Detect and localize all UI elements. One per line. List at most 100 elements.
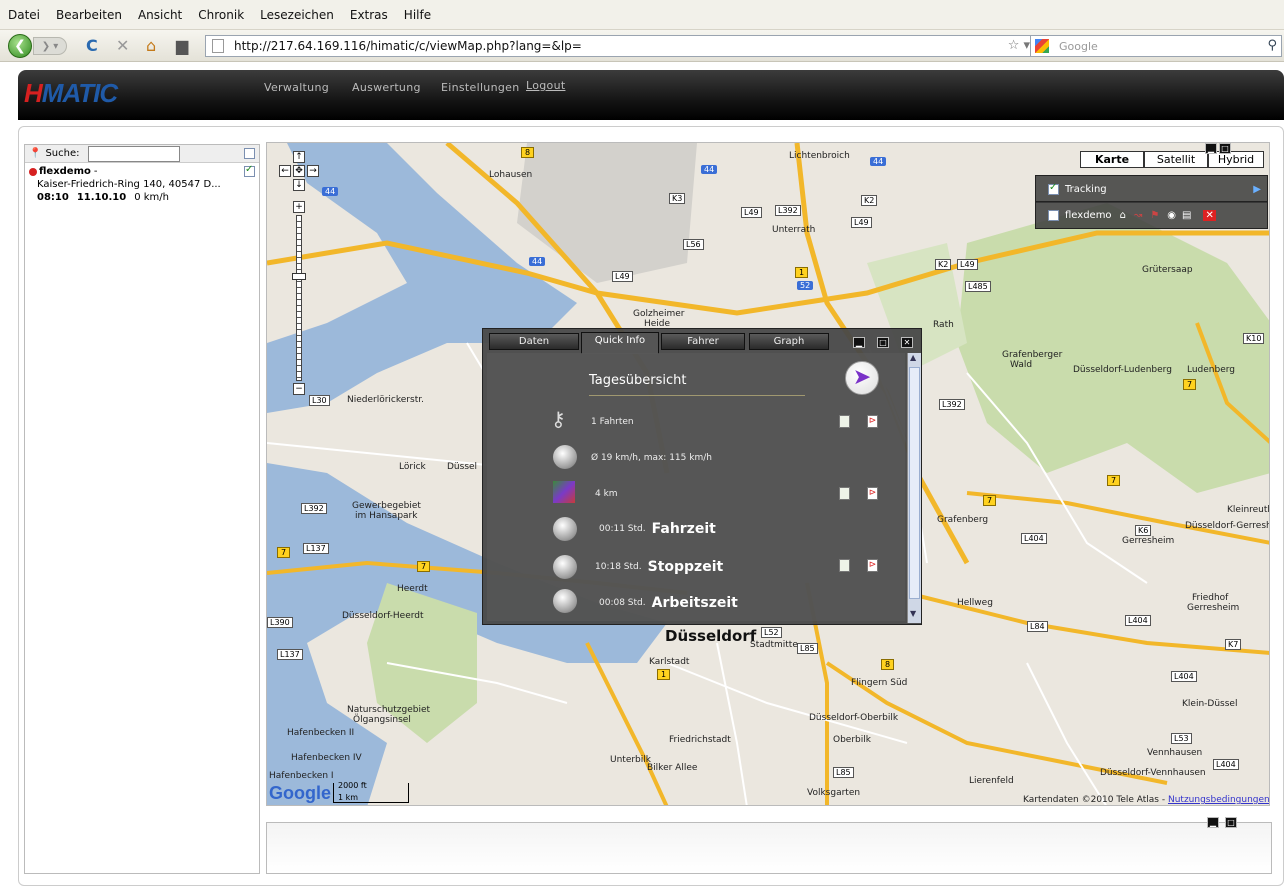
map-type-karte[interactable]: Karte	[1080, 151, 1144, 168]
device-address: Kaiser-Friedrich-Ring 140, 40547 D...	[37, 179, 221, 190]
locate-icon[interactable]: ◉	[1167, 210, 1176, 221]
distance-pdf-icon[interactable]: ⊳	[867, 487, 878, 500]
popup-maximize-button[interactable]: □	[877, 337, 889, 348]
forward-button[interactable]: ❯ ▾	[33, 37, 67, 55]
device-row[interactable]: flexdemo -	[25, 163, 259, 178]
popup-close-button[interactable]: ✕	[901, 337, 913, 348]
tab-daten[interactable]: Daten	[489, 333, 579, 350]
map-label: Heerdt	[397, 584, 428, 594]
menu-datei[interactable]: Datei	[8, 8, 40, 22]
pan-right-button[interactable]: →	[307, 165, 319, 177]
map-maximize-button[interactable]: □	[1219, 143, 1231, 154]
print-icon[interactable]: ▤	[1182, 210, 1191, 221]
menu-ansicht[interactable]: Ansicht	[138, 8, 182, 22]
menu-chronik[interactable]: Chronik	[198, 8, 244, 22]
bookmark-star-icon[interactable]: ☆ ▾	[1008, 38, 1030, 53]
home-icon[interactable]: ⌂	[146, 36, 156, 56]
report-doc-icon[interactable]	[839, 415, 850, 428]
map-label: Karlstadt	[649, 657, 690, 667]
map-label: Gewerbegebiet	[352, 501, 421, 511]
nav-verwaltung[interactable]: Verwaltung	[264, 81, 329, 94]
drive-time-row: 00:11 Std. Fahrzeit	[599, 521, 716, 537]
distance-text: 4 km	[595, 489, 618, 499]
menu-lesezeichen[interactable]: Lesezeichen	[260, 8, 334, 22]
scroll-down-icon[interactable]: ▼	[910, 609, 916, 618]
menu-extras[interactable]: Extras	[350, 8, 388, 22]
map-label: Friedhof	[1192, 593, 1229, 603]
road-shield: K2	[935, 259, 952, 270]
device-checkbox[interactable]	[244, 164, 255, 177]
pan-center-button[interactable]: ✥	[293, 165, 305, 177]
stop-doc-icon[interactable]	[839, 559, 850, 572]
road-shield: L392	[301, 503, 327, 514]
popup-scroll-thumb[interactable]	[909, 367, 920, 599]
pan-down-button[interactable]: ↓	[293, 179, 305, 191]
popup-scrollbar[interactable]: ▲ ▼	[907, 353, 921, 623]
road-shield: L56	[683, 239, 704, 250]
tab-fahrer[interactable]: Fahrer	[661, 333, 745, 350]
map-label: Gerresheim	[1122, 536, 1175, 546]
stop-icon[interactable]: ✕	[116, 36, 129, 56]
url-bar[interactable]: http://217.64.169.116/himatic/c/viewMap.…	[205, 35, 1035, 57]
status-dot-icon	[29, 167, 37, 176]
menu-bearbeiten[interactable]: Bearbeiten	[56, 8, 122, 22]
scale-km: 1 km	[338, 793, 359, 802]
drive-time-icon	[553, 517, 577, 541]
search-label: Suche:	[45, 148, 80, 159]
close-icon[interactable]: ✕	[1203, 209, 1216, 221]
map-type-satellit[interactable]: Satellit	[1144, 151, 1208, 168]
route-icon[interactable]: ↝	[1134, 210, 1142, 221]
road-shield: 7	[983, 495, 997, 506]
distance-doc-icon[interactable]	[839, 487, 850, 500]
tracking-checkbox[interactable]	[1048, 182, 1059, 195]
zoom-slider[interactable]	[296, 215, 302, 381]
nav-logout[interactable]: Logout	[526, 79, 565, 92]
menu-hilfe[interactable]: Hilfe	[404, 8, 431, 22]
pan-up-button[interactable]: ↑	[293, 151, 305, 163]
pan-left-button[interactable]: ←	[279, 165, 291, 177]
map-label: Düssel	[447, 462, 478, 472]
popup-minimize-button[interactable]: ▁	[853, 337, 865, 348]
map-label: Gerresheim	[1187, 603, 1240, 613]
tab-graph[interactable]: Graph	[749, 333, 829, 350]
terms-link[interactable]: Nutzungsbedingungen	[1168, 795, 1269, 805]
road-shield: K10	[1243, 333, 1265, 344]
road-shield: 44	[529, 257, 546, 266]
report-pdf-icon[interactable]: ⊳	[867, 415, 878, 428]
home-icon[interactable]: ⌂	[1120, 210, 1126, 221]
expand-arrow-icon[interactable]: ▶	[1253, 184, 1261, 195]
map-label: Volksgarten	[807, 788, 861, 798]
device-time: 08:10	[37, 192, 69, 203]
map-minimize-button[interactable]: ▁	[1205, 143, 1217, 154]
quick-info-window: Daten Quick Info Fahrer Graph ▁ □ ✕ Tage…	[482, 328, 922, 625]
map-label: Klein-Düssel	[1182, 699, 1238, 709]
bottom-maximize-button[interactable]: □	[1225, 817, 1237, 828]
map-label: im Hansapark	[355, 511, 418, 521]
map-label: Lohausen	[489, 170, 533, 180]
select-all-checkbox[interactable]	[244, 148, 255, 159]
search-input[interactable]: Google ⚲	[1030, 35, 1282, 57]
zoom-in-button[interactable]: +	[293, 201, 305, 213]
go-arrow-button[interactable]: ➤	[845, 361, 879, 395]
road-shield: 8	[521, 147, 535, 158]
map-label: Hafenbecken II	[287, 728, 355, 738]
vehicle-search-input[interactable]	[87, 145, 180, 162]
search-placeholder: Google	[1059, 39, 1098, 53]
stop-pdf-icon[interactable]: ⊳	[867, 559, 878, 572]
tab-quick-info[interactable]: Quick Info	[581, 332, 659, 354]
device-overlay-checkbox[interactable]	[1048, 209, 1059, 221]
back-button[interactable]: ❮	[8, 34, 32, 58]
nav-einstellungen[interactable]: Einstellungen	[441, 81, 519, 94]
road-shield: L392	[939, 399, 965, 410]
track-icon[interactable]: ⚑	[1150, 210, 1159, 221]
print-icon[interactable]: ▆	[176, 36, 188, 56]
zoom-slider-handle[interactable]	[292, 273, 306, 280]
vehicle-list-panel: 📍 Suche: flexdemo - Kaiser-Friedrich-Rin…	[24, 144, 260, 874]
search-icon[interactable]: ⚲	[1267, 38, 1277, 53]
zoom-out-button[interactable]: −	[293, 383, 305, 395]
road-shield: 44	[701, 165, 718, 174]
reload-icon[interactable]: C	[86, 36, 98, 56]
bottom-minimize-button[interactable]: ▁	[1207, 817, 1219, 828]
nav-auswertung[interactable]: Auswertung	[352, 81, 421, 94]
scroll-up-icon[interactable]: ▲	[910, 353, 916, 362]
